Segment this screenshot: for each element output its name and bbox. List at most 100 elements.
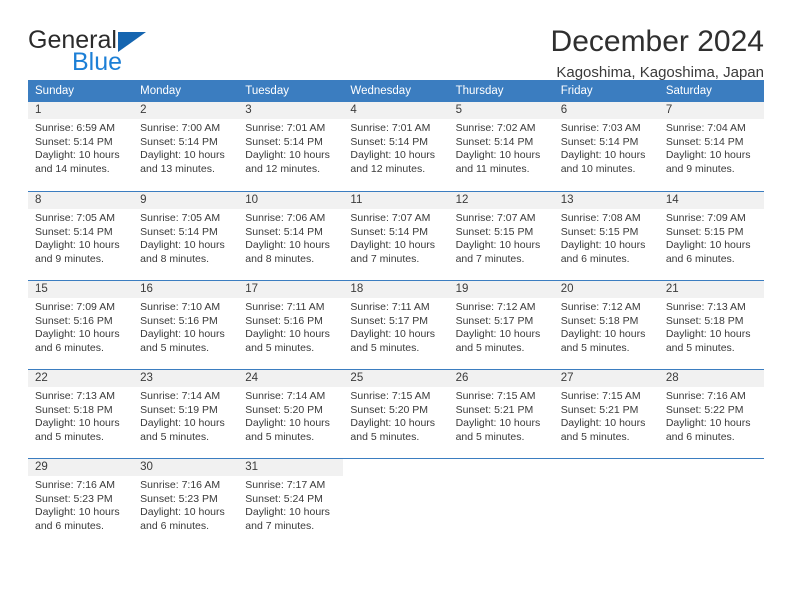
sunset-text: Sunset: 5:16 PM	[35, 314, 113, 327]
day-details: Sunrise: 7:11 AM Sunset: 5:17 PM Daylight:…	[343, 298, 448, 355]
daylight-text-line2: and 6 minutes.	[665, 252, 735, 265]
calendar-day-cell[interactable]: 23 Sunrise: 7:14 AM Sunset: 5:19 PM Dayligh…	[133, 370, 239, 458]
day-details: Sunrise: 7:14 AM Sunset: 5:19 PM Daylight:…	[133, 387, 238, 444]
day-number: 4	[343, 102, 449, 119]
day-details: Sunrise: 7:14 AM Sunset: 5:20 PM Daylight:…	[238, 387, 343, 444]
calendar-day-cell[interactable]: 8 Sunrise: 7:05 AM Sunset: 5:14 PM Daylight…	[28, 192, 134, 280]
sunrise-text: Sunrise: 7:10 AM	[140, 301, 221, 313]
sunrise-text: Sunrise: 7:01 AM	[350, 122, 431, 134]
calendar-day-cell[interactable]: 11 Sunrise: 7:07 AM Sunset: 5:14 PM Dayligh…	[343, 192, 449, 280]
sunrise-text: Sunrise: 7:09 AM	[665, 212, 746, 224]
day-details: Sunrise: 7:07 AM Sunset: 5:15 PM Daylight:…	[449, 209, 554, 266]
daylight-text-line2: and 6 minutes.	[35, 341, 104, 354]
day-details: Sunrise: 7:17 AM Sunset: 5:24 PM Daylight:…	[238, 476, 343, 533]
sunrise-text: Sunrise: 7:16 AM	[665, 390, 746, 402]
calendar-day-cell[interactable]: 5 Sunrise: 7:02 AM Sunset: 5:14 PM Daylight…	[448, 102, 554, 191]
day-details	[343, 476, 448, 479]
logo-triangle-icon	[117, 32, 146, 52]
day-details: Sunrise: 7:07 AM Sunset: 5:14 PM Daylight:…	[343, 209, 448, 266]
day-number: 14	[658, 192, 764, 209]
calendar-day-cell[interactable]: 20 Sunrise: 7:12 AM Sunset: 5:18 PM Dayligh…	[553, 281, 659, 369]
calendar-day-cell[interactable]: 10 Sunrise: 7:06 AM Sunset: 5:14 PM Dayligh…	[238, 192, 344, 280]
sunset-text: Sunset: 5:18 PM	[665, 314, 744, 327]
day-number: 26	[448, 370, 554, 387]
calendar-day-cell[interactable]: 22 Sunrise: 7:13 AM Sunset: 5:18 PM Dayligh…	[28, 370, 134, 458]
sunset-text: Sunset: 5:17 PM	[455, 314, 534, 327]
sunrise-text: Sunrise: 7:15 AM	[560, 390, 641, 402]
calendar-day-cell[interactable]: 2 Sunrise: 7:00 AM Sunset: 5:14 PM Daylight…	[133, 102, 239, 191]
day-number: 5	[448, 102, 554, 119]
weekday-header-thursday: Thursday	[455, 85, 504, 97]
day-details: Sunrise: 6:59 AM Sunset: 5:14 PM Daylight:…	[28, 119, 133, 176]
daylight-text-line2: and 5 minutes.	[560, 341, 630, 354]
calendar-day-cell[interactable]: 3 Sunrise: 7:01 AM Sunset: 5:14 PM Daylight…	[238, 102, 344, 191]
calendar-day-cell[interactable]: 16 Sunrise: 7:10 AM Sunset: 5:16 PM Dayligh…	[133, 281, 239, 369]
day-details: Sunrise: 7:13 AM Sunset: 5:18 PM Daylight:…	[28, 387, 133, 444]
calendar-day-cell[interactable]: 24 Sunrise: 7:14 AM Sunset: 5:20 PM Dayligh…	[238, 370, 344, 458]
sunset-text: Sunset: 5:16 PM	[140, 314, 218, 327]
calendar-day-cell[interactable]: 30 Sunrise: 7:16 AM Sunset: 5:23 PM Dayligh…	[133, 459, 239, 547]
calendar-day-cell[interactable]: 7 Sunrise: 7:04 AM Sunset: 5:14 PM Daylight…	[658, 102, 764, 191]
sunrise-text: Sunrise: 7:03 AM	[560, 122, 641, 134]
daylight-text-line2: and 9 minutes.	[665, 162, 735, 175]
day-number: 16	[133, 281, 239, 298]
sunset-text: Sunset: 5:19 PM	[140, 403, 218, 416]
day-number: 30	[133, 459, 239, 476]
calendar-day-cell[interactable]: 27 Sunrise: 7:15 AM Sunset: 5:21 PM Dayligh…	[553, 370, 659, 458]
day-details: Sunrise: 7:16 AM Sunset: 5:22 PM Daylight:…	[659, 387, 764, 444]
sunset-text: Sunset: 5:14 PM	[560, 135, 639, 148]
daylight-text-line1: Daylight: 10 hours	[140, 328, 225, 341]
calendar-day-cell[interactable]: 1 Sunrise: 6:59 AM Sunset: 5:14 PM Daylight…	[28, 102, 134, 191]
calendar-day-cell[interactable]: 26 Sunrise: 7:15 AM Sunset: 5:21 PM Dayligh…	[448, 370, 554, 458]
sunrise-text: Sunrise: 7:13 AM	[665, 301, 746, 313]
sunset-text: Sunset: 5:15 PM	[665, 225, 744, 238]
calendar-day-cell[interactable]: 18 Sunrise: 7:11 AM Sunset: 5:17 PM Dayligh…	[343, 281, 449, 369]
calendar-week-row: 29 Sunrise: 7:16 AM Sunset: 5:23 PM Dayligh…	[28, 458, 764, 547]
daylight-text-line1: Daylight: 10 hours	[665, 417, 751, 430]
calendar-day-cell[interactable]: 19 Sunrise: 7:12 AM Sunset: 5:17 PM Dayligh…	[448, 281, 554, 369]
day-number: 1	[28, 102, 134, 119]
calendar-grid: Sunday Monday Tuesday Wednesday Thursday…	[28, 80, 764, 547]
calendar-day-cell[interactable]: 28 Sunrise: 7:16 AM Sunset: 5:22 PM Dayligh…	[658, 370, 764, 458]
calendar-day-cell[interactable]: 6 Sunrise: 7:03 AM Sunset: 5:14 PM Daylight…	[553, 102, 659, 191]
calendar-day-cell[interactable]: 12 Sunrise: 7:07 AM Sunset: 5:15 PM Dayligh…	[448, 192, 554, 280]
logo-blue-text: Blue	[72, 48, 123, 76]
daylight-text-line2: and 5 minutes.	[140, 341, 210, 354]
weekday-header-row: Sunday Monday Tuesday Wednesday Thursday…	[28, 80, 764, 102]
sunrise-text: Sunrise: 7:07 AM	[455, 212, 536, 224]
sunset-text: Sunset: 5:14 PM	[140, 135, 218, 148]
day-details: Sunrise: 7:12 AM Sunset: 5:18 PM Daylight:…	[554, 298, 659, 355]
calendar-day-cell[interactable]: 17 Sunrise: 7:11 AM Sunset: 5:16 PM Dayligh…	[238, 281, 344, 369]
daylight-text-line1: Daylight: 10 hours	[350, 149, 436, 162]
daylight-text-line1: Daylight: 10 hours	[560, 149, 646, 162]
day-number: 29	[28, 459, 134, 476]
calendar-day-cell[interactable]: 4 Sunrise: 7:01 AM Sunset: 5:14 PM Daylight…	[343, 102, 449, 191]
daylight-text-line2: and 5 minutes.	[245, 430, 315, 443]
calendar-day-cell[interactable]: 21 Sunrise: 7:13 AM Sunset: 5:18 PM Dayligh…	[658, 281, 764, 369]
weekday-header-friday: Friday	[560, 85, 593, 97]
sunrise-text: Sunrise: 7:11 AM	[245, 301, 325, 313]
calendar-day-cell[interactable]: 15 Sunrise: 7:09 AM Sunset: 5:16 PM Dayligh…	[28, 281, 134, 369]
day-number: 12	[448, 192, 554, 209]
calendar-day-cell[interactable]: 29 Sunrise: 7:16 AM Sunset: 5:23 PM Dayligh…	[28, 459, 134, 547]
sunrise-text: Sunrise: 7:00 AM	[140, 122, 221, 134]
daylight-text-line1: Daylight: 10 hours	[350, 417, 436, 430]
general-blue-logo[interactable]: General Blue	[28, 26, 258, 75]
daylight-text-line2: and 10 minutes.	[560, 162, 636, 175]
daylight-text-line2: and 11 minutes.	[455, 162, 530, 175]
sunset-text: Sunset: 5:14 PM	[350, 225, 429, 238]
calendar-day-cell[interactable]: 9 Sunrise: 7:05 AM Sunset: 5:14 PM Daylight…	[133, 192, 239, 280]
daylight-text-line1: Daylight: 10 hours	[35, 328, 120, 341]
day-number: 23	[133, 370, 239, 387]
weekday-header-tuesday: Tuesday	[245, 85, 289, 97]
weekday-header-monday: Monday	[140, 85, 182, 97]
calendar-day-cell[interactable]: 14 Sunrise: 7:09 AM Sunset: 5:15 PM Dayligh…	[658, 192, 764, 280]
sunset-text: Sunset: 5:17 PM	[350, 314, 429, 327]
sunset-text: Sunset: 5:21 PM	[455, 403, 534, 416]
calendar-day-cell[interactable]: 13 Sunrise: 7:08 AM Sunset: 5:15 PM Dayligh…	[553, 192, 659, 280]
sunset-text: Sunset: 5:20 PM	[350, 403, 429, 416]
day-number: 25	[343, 370, 449, 387]
calendar-day-cell[interactable]: 31 Sunrise: 7:17 AM Sunset: 5:24 PM Dayligh…	[238, 459, 344, 547]
day-details: Sunrise: 7:02 AM Sunset: 5:14 PM Daylight:…	[449, 119, 554, 176]
calendar-day-cell[interactable]: 25 Sunrise: 7:15 AM Sunset: 5:20 PM Dayligh…	[343, 370, 449, 458]
